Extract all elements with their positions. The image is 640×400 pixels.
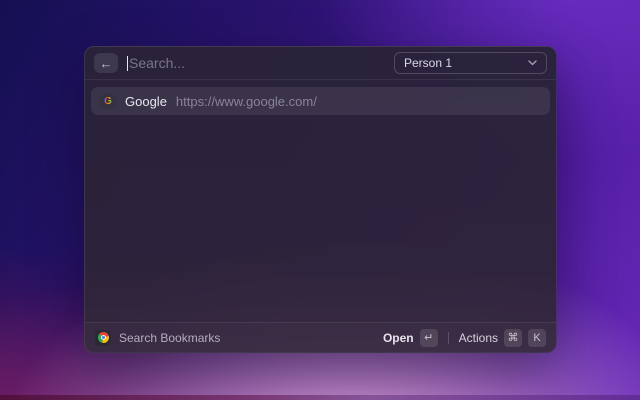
bookmark-row[interactable]: G Google https://www.google.com/ — [91, 87, 550, 115]
results-list: G Google https://www.google.com/ — [85, 80, 556, 115]
text-caret — [127, 55, 128, 71]
footer-divider — [447, 331, 449, 344]
search-bookmarks-app-icon — [95, 329, 111, 346]
back-arrow-icon: ← — [99, 55, 113, 71]
return-key-badge: ↵ — [419, 328, 438, 347]
bookmark-url: https://www.google.com/ — [175, 93, 317, 109]
google-favicon-icon: G — [100, 93, 116, 109]
profile-dropdown[interactable]: Person 1 — [394, 52, 547, 74]
open-label: Open — [382, 330, 414, 345]
search-header: ← Person 1 — [85, 47, 556, 80]
bookmark-title: Google — [125, 93, 167, 109]
search-input[interactable] — [129, 55, 385, 71]
footer-source-label: Search Bookmarks — [119, 330, 221, 345]
empty-results-area — [85, 115, 556, 322]
profile-dropdown-value: Person 1 — [404, 56, 453, 70]
chevron-down-icon — [528, 60, 537, 66]
chrome-logo-icon — [97, 332, 109, 343]
footer-actions: Open ↵ Actions ⌘ K — [382, 328, 546, 347]
search-field-wrap — [127, 55, 385, 71]
command-key-badge: ⌘ — [504, 328, 522, 347]
back-button[interactable]: ← — [94, 53, 118, 73]
actions-label: Actions — [458, 330, 498, 345]
footer-source: Search Bookmarks — [95, 329, 221, 346]
actions-button[interactable]: Actions ⌘ K — [458, 328, 546, 347]
k-key-badge: K — [528, 328, 546, 347]
footer-bar: Search Bookmarks Open ↵ Actions ⌘ K — [85, 322, 556, 352]
bottom-edge-strip — [0, 395, 640, 400]
launcher-window: ← Person 1 G Google https://www.google.c… — [84, 46, 557, 353]
desktop-background: ← Person 1 G Google https://www.google.c… — [0, 0, 640, 400]
open-button[interactable]: Open ↵ — [382, 328, 438, 347]
